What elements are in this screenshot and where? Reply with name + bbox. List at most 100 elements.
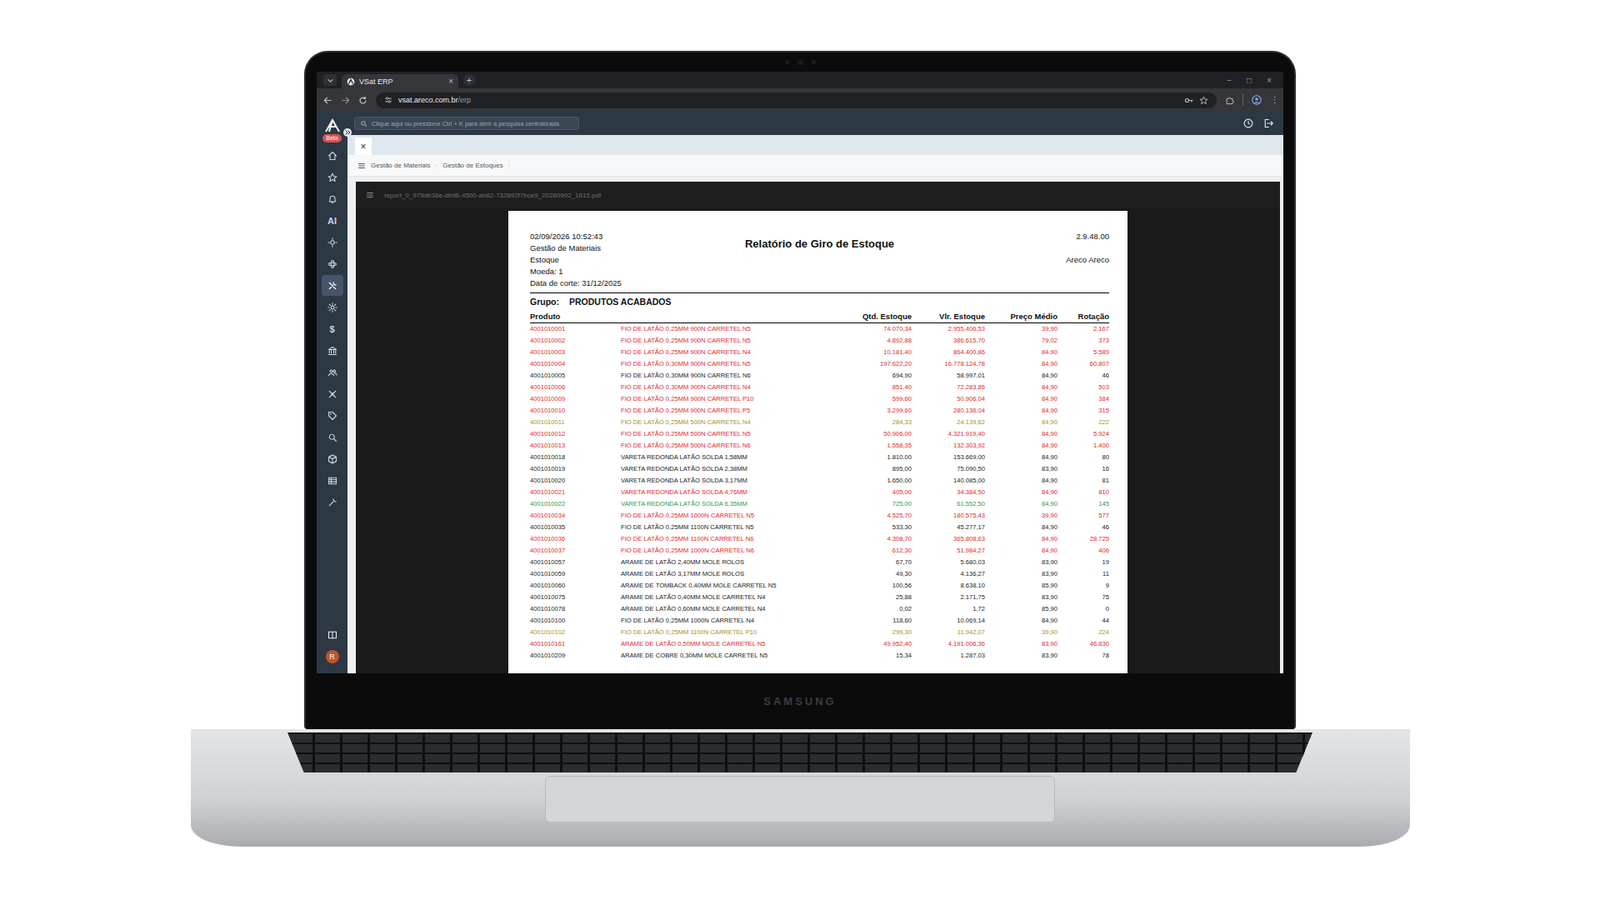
search-placeholder: Clique aqui ou pressione Ctrl + K para a… bbox=[371, 120, 561, 128]
sidebar-item[interactable] bbox=[321, 188, 344, 210]
stock-value: 1.287,03 bbox=[911, 650, 985, 662]
stock-quantity: 74.070,34 bbox=[828, 323, 912, 335]
bookmark-star-icon[interactable] bbox=[1199, 95, 1209, 105]
sidebar-item[interactable] bbox=[321, 405, 344, 426]
stock-value: 5.680,03 bbox=[911, 556, 985, 569]
areco-logo-icon[interactable] bbox=[324, 118, 341, 134]
product-code: 4001010059 bbox=[530, 568, 621, 580]
rotation: 1.400 bbox=[1057, 440, 1110, 452]
sidebar-item[interactable] bbox=[321, 253, 344, 275]
collapse-sidebar-icon[interactable] bbox=[343, 128, 352, 137]
stock-value: 153.669,00 bbox=[911, 451, 985, 464]
window-control[interactable]: □ bbox=[1246, 75, 1252, 85]
pdf-menu-icon[interactable] bbox=[365, 190, 375, 200]
rotation: 315 bbox=[1057, 405, 1110, 417]
global-search-field[interactable]: Clique aqui ou pressione Ctrl + K para a… bbox=[354, 116, 580, 130]
product-description: FIO DE LATÃO 0,25MM 1000N CARRETEL N5 bbox=[620, 510, 829, 522]
product-code: 4001010005 bbox=[530, 370, 621, 382]
box-icon bbox=[327, 454, 338, 465]
average-price: 83,90 bbox=[985, 568, 1058, 580]
profile-icon[interactable] bbox=[1251, 95, 1262, 105]
hamburger-menu-icon[interactable] bbox=[357, 161, 366, 170]
report-group: Grupo:PRODUTOS ACABADOS bbox=[530, 295, 1110, 308]
rotation: 80 bbox=[1057, 451, 1110, 464]
product-description: FIO DE LATÃO 0,25MM 900N CARRETEL P10 bbox=[620, 393, 829, 405]
breadcrumb-item[interactable]: Gestão de Estoques bbox=[442, 161, 504, 170]
reload-icon[interactable] bbox=[358, 95, 368, 105]
tab-close-button[interactable]: × bbox=[448, 76, 454, 86]
history-clock-icon[interactable] bbox=[1243, 118, 1254, 129]
sidebar-item[interactable] bbox=[321, 448, 344, 470]
rotation: 810 bbox=[1057, 486, 1110, 499]
report-row: 4001010001FIO DE LATÃO 0,25MM 900N CARRE… bbox=[530, 323, 1110, 335]
stock-value: 58.997,01 bbox=[911, 370, 985, 382]
product-description: FIO DE LATÃO 0,25MM 1000N CARRETEL N4 bbox=[620, 615, 829, 627]
sidebar-item[interactable]: AI bbox=[321, 210, 344, 231]
sidebar-item[interactable] bbox=[321, 383, 344, 405]
page-tab-close-button[interactable]: × bbox=[355, 137, 372, 155]
sidebar-item[interactable] bbox=[321, 296, 344, 318]
window-control[interactable]: − bbox=[1226, 75, 1232, 85]
address-field[interactable]: vsat.areco.com.br/erp bbox=[375, 92, 1217, 109]
gear-icon bbox=[327, 302, 338, 313]
average-price: 84,90 bbox=[985, 533, 1058, 545]
stock-value: 16.778.124,78 bbox=[911, 358, 985, 370]
forward-arrow-icon[interactable] bbox=[340, 95, 350, 105]
average-price: 83,90 bbox=[985, 556, 1058, 569]
breadcrumb-item[interactable]: Gestão de Materiais bbox=[370, 161, 431, 170]
star-icon bbox=[327, 172, 338, 183]
browser-tab[interactable]: VSat ERP× bbox=[341, 74, 459, 89]
product-description: FIO DE LATÃO 0,25MM 900N CARRETEL N5 bbox=[620, 335, 829, 347]
window-control[interactable]: × bbox=[1266, 75, 1272, 85]
extensions-puzzle-icon[interactable] bbox=[1225, 95, 1235, 105]
sidebar-item[interactable] bbox=[321, 491, 344, 513]
sidebar-item[interactable] bbox=[321, 426, 344, 448]
tab-list-icon[interactable] bbox=[323, 74, 337, 86]
main-area: Clique aqui ou pressione Ctrl + K para a… bbox=[347, 111, 1284, 674]
site-settings-icon[interactable] bbox=[384, 95, 393, 105]
back-arrow-icon[interactable] bbox=[323, 95, 333, 105]
sidebar-item[interactable] bbox=[321, 275, 344, 296]
book-icon[interactable] bbox=[327, 630, 338, 640]
sidebar-item[interactable] bbox=[321, 361, 344, 383]
product-code: 4001010011 bbox=[530, 416, 621, 429]
rotation: 9 bbox=[1057, 580, 1110, 592]
product-code: 4001010020 bbox=[530, 475, 621, 487]
product-description: ARAME DE LATÃO 0,60MM MOLE CARRETEL N4 bbox=[620, 603, 829, 615]
product-code: 4001010004 bbox=[530, 358, 621, 370]
report-row: 4001010059ARAME DE LATÃO 3,17MM MOLE ROL… bbox=[530, 568, 1110, 580]
stage: VSat ERP×+−□×vsat.areco.com.br/erp⋮BetaA… bbox=[0, 0, 1600, 900]
key-icon[interactable] bbox=[1184, 95, 1194, 105]
stock-value: 10.069,14 bbox=[911, 615, 985, 627]
sidebar-item[interactable]: $ bbox=[321, 318, 344, 340]
pdf-viewer: report_0_979db38e-db96-4500-ab82-732892f… bbox=[347, 176, 1284, 674]
stock-quantity: 4.308,70 bbox=[828, 533, 912, 545]
stock-quantity: 4.525,70 bbox=[828, 510, 912, 522]
sidebar-item[interactable] bbox=[321, 470, 344, 491]
stock-quantity: 895,00 bbox=[828, 463, 912, 475]
sidebar-item[interactable] bbox=[321, 231, 344, 253]
logout-icon[interactable] bbox=[1263, 118, 1274, 129]
product-description: FIO DE LATÃO 0,30MM 900N CARRETEL N4 bbox=[620, 381, 829, 394]
average-price: 83,90 bbox=[985, 650, 1058, 662]
new-tab-button[interactable]: + bbox=[463, 74, 475, 86]
pdf-page: 02/09/2026 10:52:43Gestão de MateriaisEs… bbox=[508, 210, 1128, 674]
laptop-bezel: VSat ERP×+−□×vsat.areco.com.br/erp⋮BetaA… bbox=[304, 50, 1296, 730]
url-host: vsat.areco.com.br bbox=[398, 95, 459, 105]
sidebar-item[interactable] bbox=[321, 340, 344, 361]
browser-menu-button[interactable]: ⋮ bbox=[1270, 95, 1277, 106]
brand-label: SAMSUNG bbox=[763, 695, 836, 708]
bank-icon bbox=[327, 345, 338, 356]
erp-app: BetaAI$RClique aqui ou pressione Ctrl + … bbox=[316, 111, 1284, 674]
pdf-toolbar: report_0_979db38e-db96-4500-ab82-732892f… bbox=[355, 181, 1280, 209]
user-avatar[interactable]: R bbox=[325, 650, 340, 664]
report-title: Relatório de Giro de Estoque bbox=[736, 237, 903, 290]
report-row: 4001010004FIO DE LATÃO 0,30MM 900N CARRE… bbox=[530, 358, 1110, 370]
sidebar-item[interactable] bbox=[321, 145, 344, 166]
report-row: 4001010034FIO DE LATÃO 0,25MM 1000N CARR… bbox=[530, 510, 1110, 522]
sidebar-item[interactable] bbox=[321, 166, 344, 188]
average-price: 84,90 bbox=[985, 381, 1058, 394]
stock-quantity: 1.650,00 bbox=[828, 475, 912, 487]
product-code: 4001010002 bbox=[530, 335, 621, 347]
stock-quantity: 694,90 bbox=[828, 370, 912, 382]
